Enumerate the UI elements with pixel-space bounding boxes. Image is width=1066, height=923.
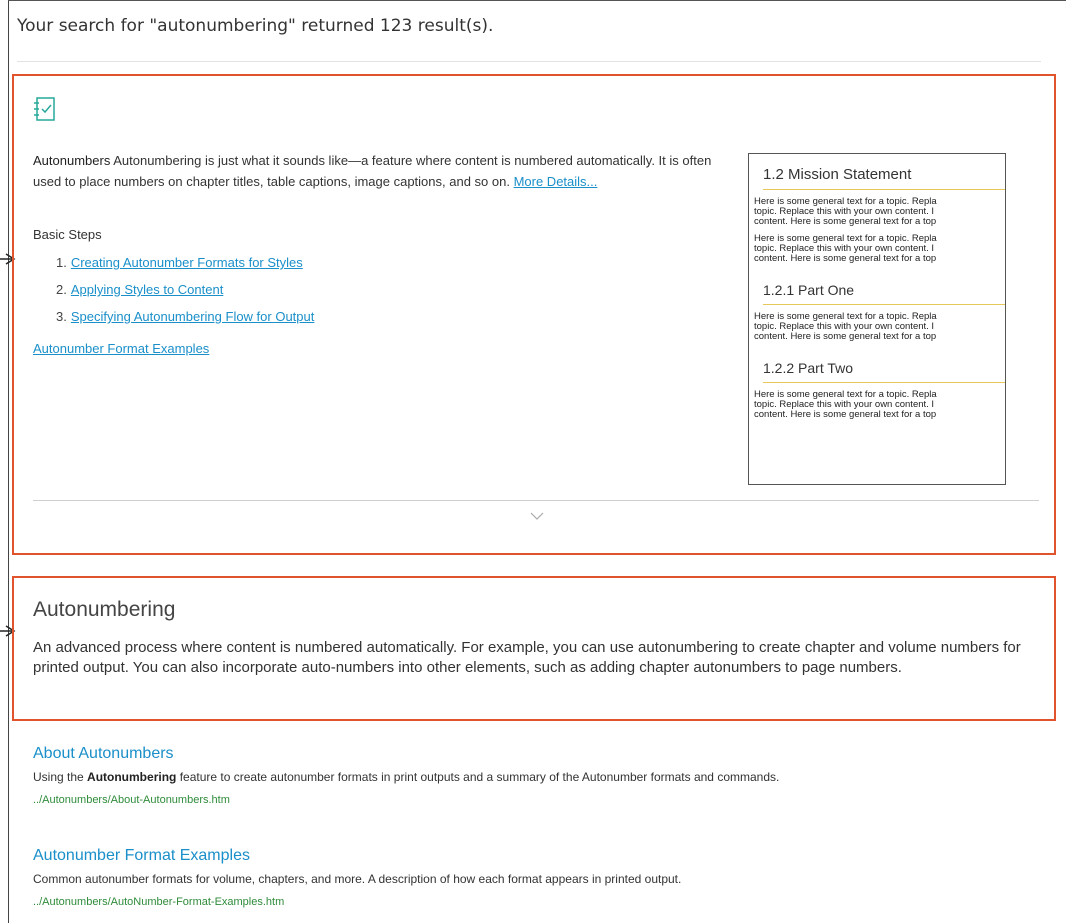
search-result: About Autonumbers Using the Autonumberin… bbox=[33, 745, 779, 806]
search-summary: Your search for "autonumbering" returned… bbox=[17, 16, 494, 36]
chevron-down-icon[interactable] bbox=[530, 512, 544, 521]
step-number: 2. bbox=[56, 282, 67, 297]
preview-line: content. Here is some general text for a… bbox=[754, 331, 937, 342]
list-item: 1. Creating Autonumber Formats for Styles bbox=[56, 253, 314, 280]
list-item: 2. Applying Styles to Content bbox=[56, 280, 314, 307]
preview-line: content. Here is some general text for a… bbox=[754, 409, 937, 420]
result-description: Using the Autonumbering feature to creat… bbox=[33, 770, 779, 784]
search-result: Autonumber Format Examples Common autonu… bbox=[33, 847, 681, 908]
result-highlight-term: Autonumbering bbox=[87, 770, 177, 784]
summary-divider bbox=[17, 61, 1041, 62]
result-url: ../Autonumbers/About-Autonumbers.htm bbox=[33, 794, 230, 806]
step-link-specifying-flow[interactable]: Specifying Autonumbering Flow for Output bbox=[71, 309, 315, 324]
basic-steps-heading: Basic Steps bbox=[33, 227, 102, 242]
result-title-link[interactable]: About Autonumbers bbox=[33, 745, 779, 763]
step-number: 1. bbox=[56, 255, 67, 270]
micro-content-term: Autonumbers bbox=[33, 153, 111, 168]
step-link-applying-styles[interactable]: Applying Styles to Content bbox=[71, 282, 223, 297]
preview-heading: 1.2 Mission Statement bbox=[763, 166, 1005, 190]
basic-steps-list: 1. Creating Autonumber Formats for Styles… bbox=[56, 253, 314, 334]
preview-line: content. Here is some general text for a… bbox=[754, 253, 937, 264]
preview-thumbnail[interactable]: 1.2 Mission Statement Here is some gener… bbox=[748, 153, 1006, 485]
result-url: ../Autonumbers/AutoNumber-Format-Example… bbox=[33, 896, 285, 908]
step-number: 3. bbox=[56, 309, 67, 324]
micro-content-summary: Autonumbers Autonumbering is just what i… bbox=[33, 150, 733, 192]
micro-content-description: Autonumbering is just what it sounds lik… bbox=[33, 153, 712, 189]
list-item: 3. Specifying Autonumbering Flow for Outp… bbox=[56, 307, 314, 334]
more-details-link[interactable]: More Details... bbox=[514, 174, 598, 189]
glossary-term: Autonumbering bbox=[33, 598, 176, 621]
result-title-link[interactable]: Autonumber Format Examples bbox=[33, 847, 681, 865]
preview-paragraph: Here is some general text for a topic. R… bbox=[754, 234, 1005, 264]
result-description: Common autonumber formats for volume, ch… bbox=[33, 872, 682, 886]
preview-fade bbox=[749, 462, 1005, 484]
frame-top-border bbox=[8, 0, 1066, 1]
step-link-creating-formats[interactable]: Creating Autonumber Formats for Styles bbox=[71, 255, 303, 270]
preview-paragraph: Here is some general text for a topic. R… bbox=[754, 390, 1005, 420]
checklist-document-icon bbox=[34, 97, 55, 121]
micro-content-divider bbox=[33, 500, 1039, 501]
preview-line: content. Here is some general text for a… bbox=[754, 216, 937, 227]
preview-paragraph: Here is some general text for a topic. R… bbox=[754, 197, 1005, 227]
result-desc-text: Using the bbox=[33, 770, 88, 784]
format-examples-link[interactable]: Autonumber Format Examples bbox=[33, 341, 209, 356]
glossary-definition: An advanced process where content is num… bbox=[33, 639, 1021, 676]
preview-subheading: 1.2.2 Part Two bbox=[763, 360, 1005, 383]
preview-subheading: 1.2.1 Part One bbox=[763, 282, 1005, 305]
preview-paragraph: Here is some general text for a topic. R… bbox=[754, 312, 1005, 342]
result-desc-text: feature to create autonumber formats in … bbox=[176, 770, 780, 784]
